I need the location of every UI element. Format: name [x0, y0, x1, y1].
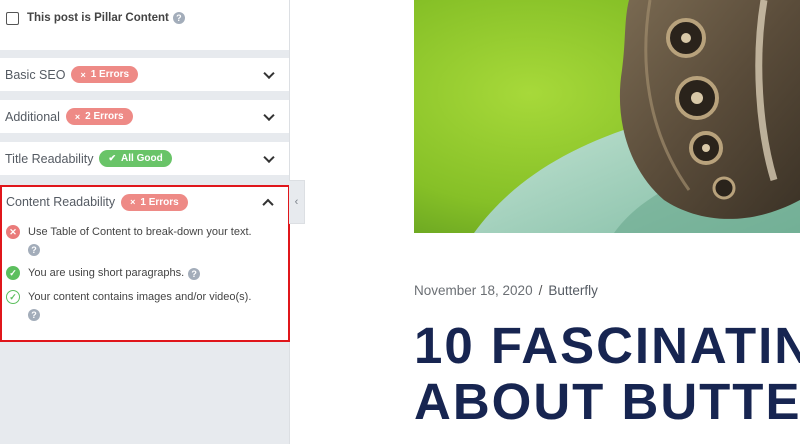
- check-text: Use Table of Content to break-down your …: [28, 226, 252, 238]
- section-label: Basic SEO: [5, 67, 66, 82]
- chevron-up-icon[interactable]: [262, 198, 274, 211]
- help-icon[interactable]: ?: [188, 268, 201, 281]
- error-badge: × 1 Errors: [121, 193, 188, 211]
- x-icon: ×: [130, 197, 136, 207]
- pillar-content-row: This post is Pillar Content ?: [0, 0, 289, 50]
- ok-badge: ✔ All Good: [99, 150, 172, 167]
- pass-icon: ✓: [6, 266, 20, 280]
- check-item-images-video: ✓ Your content contains images and/or vi…: [6, 289, 276, 323]
- meta-separator: /: [538, 283, 543, 298]
- butterfly-illustration: [414, 0, 800, 233]
- section-title-readability[interactable]: Title Readability ✔ All Good: [0, 142, 289, 175]
- pillar-content-label: This post is Pillar Content: [27, 12, 169, 24]
- seo-sidebar: This post is Pillar Content ? Basic SEO …: [0, 0, 290, 444]
- help-icon[interactable]: ?: [172, 12, 185, 24]
- error-badge: × 2 Errors: [65, 108, 133, 125]
- post-date: November 18, 2020: [414, 283, 533, 298]
- x-icon: ×: [74, 111, 81, 122]
- check-text: You are using short paragraphs.?: [28, 265, 276, 282]
- content-readability-header[interactable]: Content Readability × 1 Errors: [2, 187, 288, 217]
- sidebar-collapse-handle[interactable]: ‹: [289, 180, 305, 224]
- featured-image-butterfly: [414, 0, 800, 233]
- section-content-readability: Content Readability × 1 Errors ✕ Use Tab…: [0, 185, 290, 342]
- help-icon[interactable]: ?: [28, 309, 40, 322]
- chevron-down-icon[interactable]: [263, 109, 275, 121]
- post-title-line-1: 10 FASCINATIN: [414, 318, 800, 374]
- help-icon[interactable]: ?: [28, 244, 40, 257]
- pass-outline-icon: ✓: [6, 290, 20, 304]
- post-title-line-2: ABOUT BUTTE: [414, 373, 800, 430]
- post-title: 10 FASCINATIN ABOUT BUTTE: [414, 318, 800, 430]
- badge-label: 1 Errors: [90, 69, 130, 80]
- chevron-down-icon[interactable]: [263, 67, 275, 79]
- badge-label: 2 Errors: [85, 111, 124, 122]
- check-text: Your content contains images and/or vide…: [28, 291, 252, 303]
- pillar-content-checkbox[interactable]: [6, 11, 19, 25]
- error-badge: × 1 Errors: [71, 66, 139, 83]
- check-icon: ✔: [108, 153, 117, 163]
- section-basic-seo[interactable]: Basic SEO × 1 Errors: [0, 58, 289, 91]
- section-label: Title Readability: [5, 151, 94, 166]
- check-text-value: You are using short paragraphs.: [28, 267, 185, 279]
- post-meta: November 18, 2020 / Butterfly: [414, 283, 598, 298]
- section-additional[interactable]: Additional × 2 Errors: [0, 100, 289, 133]
- check-item-table-of-content: ✕ Use Table of Content to break-down you…: [6, 224, 276, 258]
- check-item-short-paragraphs: ✓ You are using short paragraphs.?: [6, 265, 276, 282]
- x-icon: ×: [80, 69, 86, 80]
- section-label: Additional: [5, 109, 60, 124]
- chevron-down-icon[interactable]: [263, 151, 275, 163]
- fail-icon: ✕: [6, 225, 20, 239]
- post-category-link[interactable]: Butterfly: [548, 283, 598, 298]
- section-label: Content Readability: [6, 195, 116, 209]
- badge-label: 1 Errors: [140, 196, 179, 208]
- badge-label: All Good: [121, 153, 163, 164]
